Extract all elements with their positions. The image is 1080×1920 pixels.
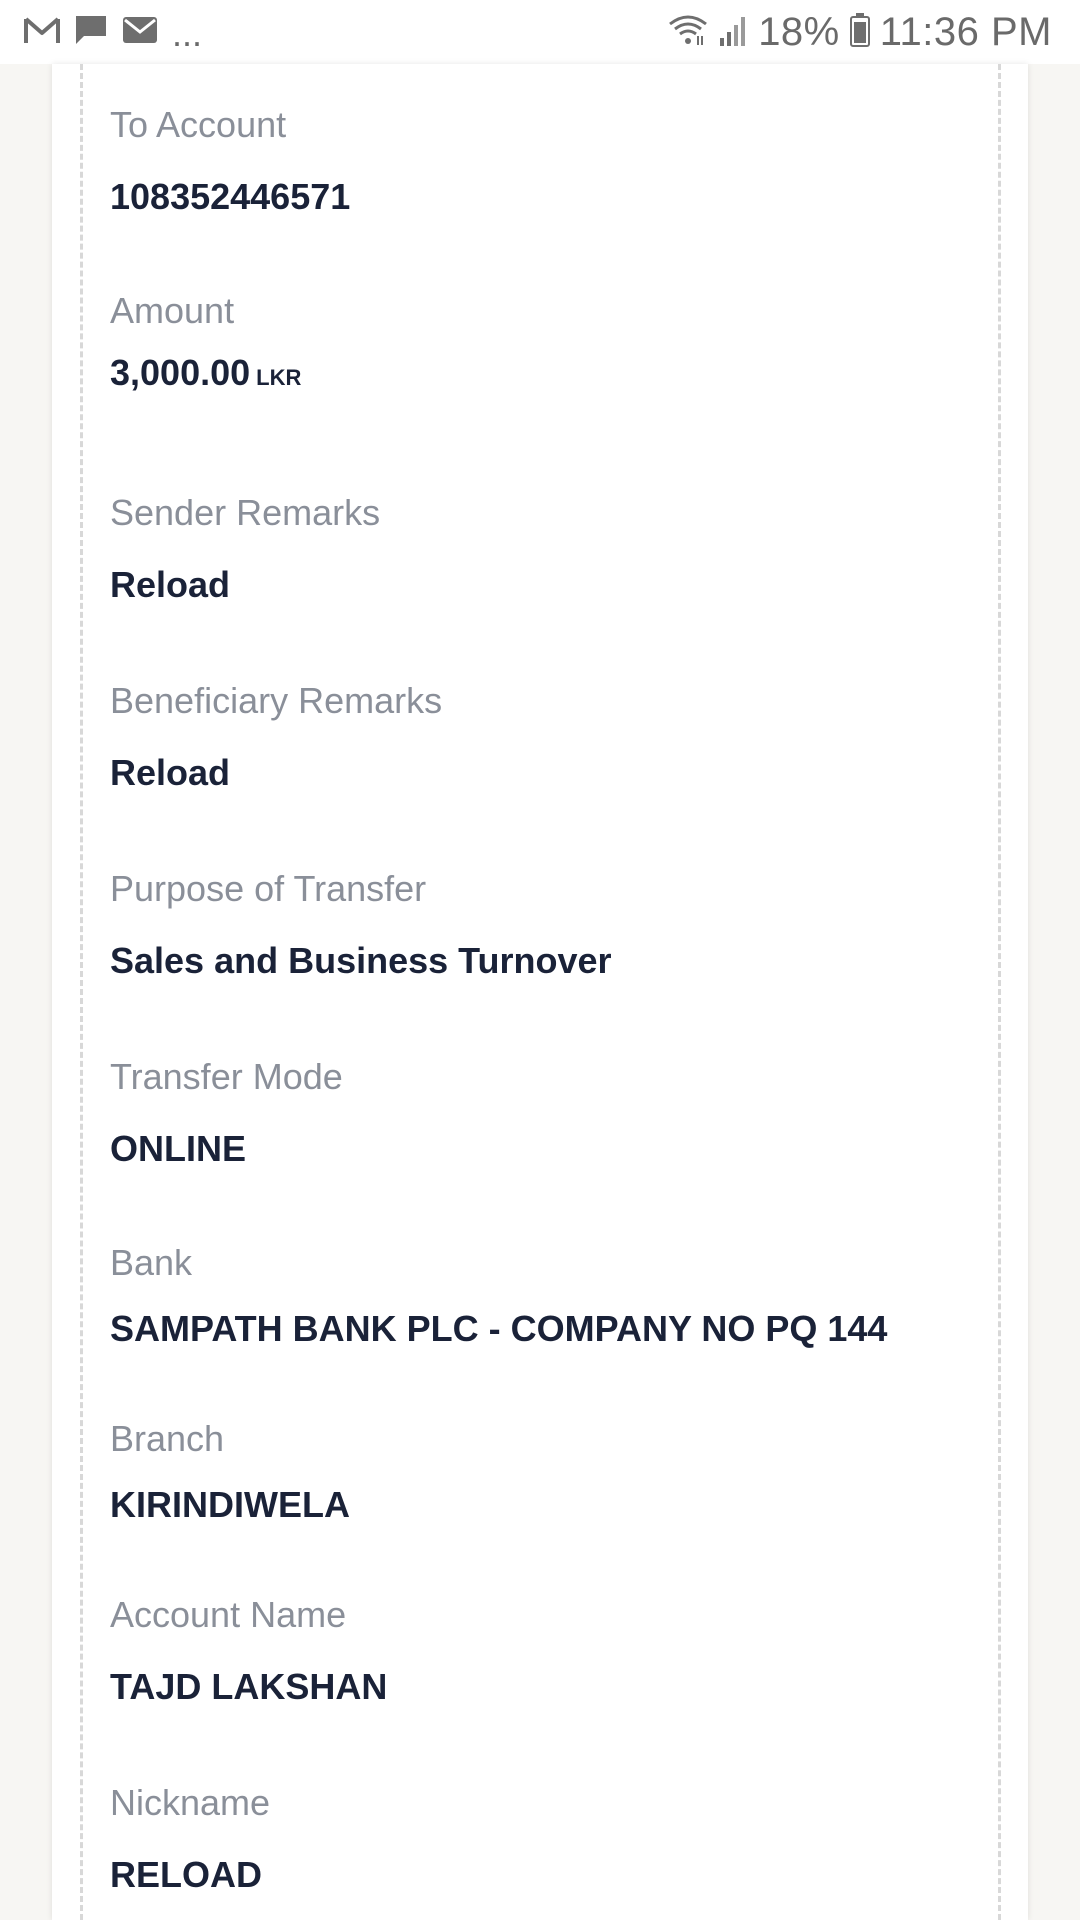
field-label: Amount: [110, 290, 235, 331]
field-label: Purpose of Transfer: [110, 868, 427, 909]
field-branch: Branch KIRINDIWELA: [110, 1418, 350, 1526]
card-dashed-border-right: [998, 64, 1001, 1920]
transfer-details-card: To Account 108352446571 Amount 3,000.00 L…: [52, 64, 1028, 1920]
clock: 11:36 PM: [879, 9, 1052, 54]
signal-icon: [718, 14, 748, 51]
wifi-icon: [668, 14, 708, 51]
status-bar-system: 18% 11:36 PM: [658, 10, 1052, 55]
field-label: Bank: [110, 1242, 193, 1283]
field-purpose-of-transfer: Purpose of Transfer Sales and Business T…: [110, 868, 612, 982]
field-to-account: To Account 108352446571: [110, 104, 350, 218]
field-value: Reload: [110, 752, 231, 793]
field-value: 3,000.00: [110, 352, 251, 393]
gmail-icon: [24, 15, 60, 50]
field-value: 108352446571: [110, 176, 351, 217]
field-label: Nickname: [110, 1782, 271, 1823]
field-value: SAMPATH BANK PLC - COMPANY NO PQ 144: [110, 1308, 888, 1349]
more-notifications-indicator: ...: [172, 13, 203, 54]
field-label: Beneficiary Remarks: [110, 680, 443, 721]
field-sender-remarks: Sender Remarks Reload: [110, 492, 380, 606]
field-value: TAJD LAKSHAN: [110, 1666, 388, 1707]
battery-icon: [849, 12, 870, 52]
status-bar-notifications: ...: [24, 9, 216, 55]
card-dashed-border-left: [80, 64, 83, 1920]
field-nickname: Nickname RELOAD: [110, 1782, 270, 1896]
field-value: RELOAD: [110, 1854, 262, 1895]
amount-value-row: 3,000.00 LKR: [110, 352, 301, 394]
field-value: Sales and Business Turnover: [110, 940, 612, 981]
battery-percent: 18%: [758, 9, 840, 54]
email-icon: [122, 15, 158, 50]
field-transfer-mode: Transfer Mode ONLINE: [110, 1056, 343, 1170]
field-label: Account Name: [110, 1594, 347, 1635]
field-bank: Bank SAMPATH BANK PLC - COMPANY NO PQ 14…: [110, 1242, 887, 1350]
currency-unit: LKR: [256, 365, 302, 390]
field-amount: Amount 3,000.00 LKR: [110, 290, 301, 394]
field-value: ONLINE: [110, 1128, 247, 1169]
message-icon: [74, 14, 108, 51]
field-value: Reload: [110, 564, 231, 605]
status-bar: ... 18% 11:36 PM: [0, 0, 1080, 64]
field-value: KIRINDIWELA: [110, 1484, 350, 1525]
field-label: To Account: [110, 104, 287, 145]
field-label: Transfer Mode: [110, 1056, 343, 1097]
field-beneficiary-remarks: Beneficiary Remarks Reload: [110, 680, 442, 794]
field-label: Sender Remarks: [110, 492, 381, 533]
field-label: Branch: [110, 1418, 225, 1459]
field-account-name: Account Name TAJD LAKSHAN: [110, 1594, 387, 1708]
